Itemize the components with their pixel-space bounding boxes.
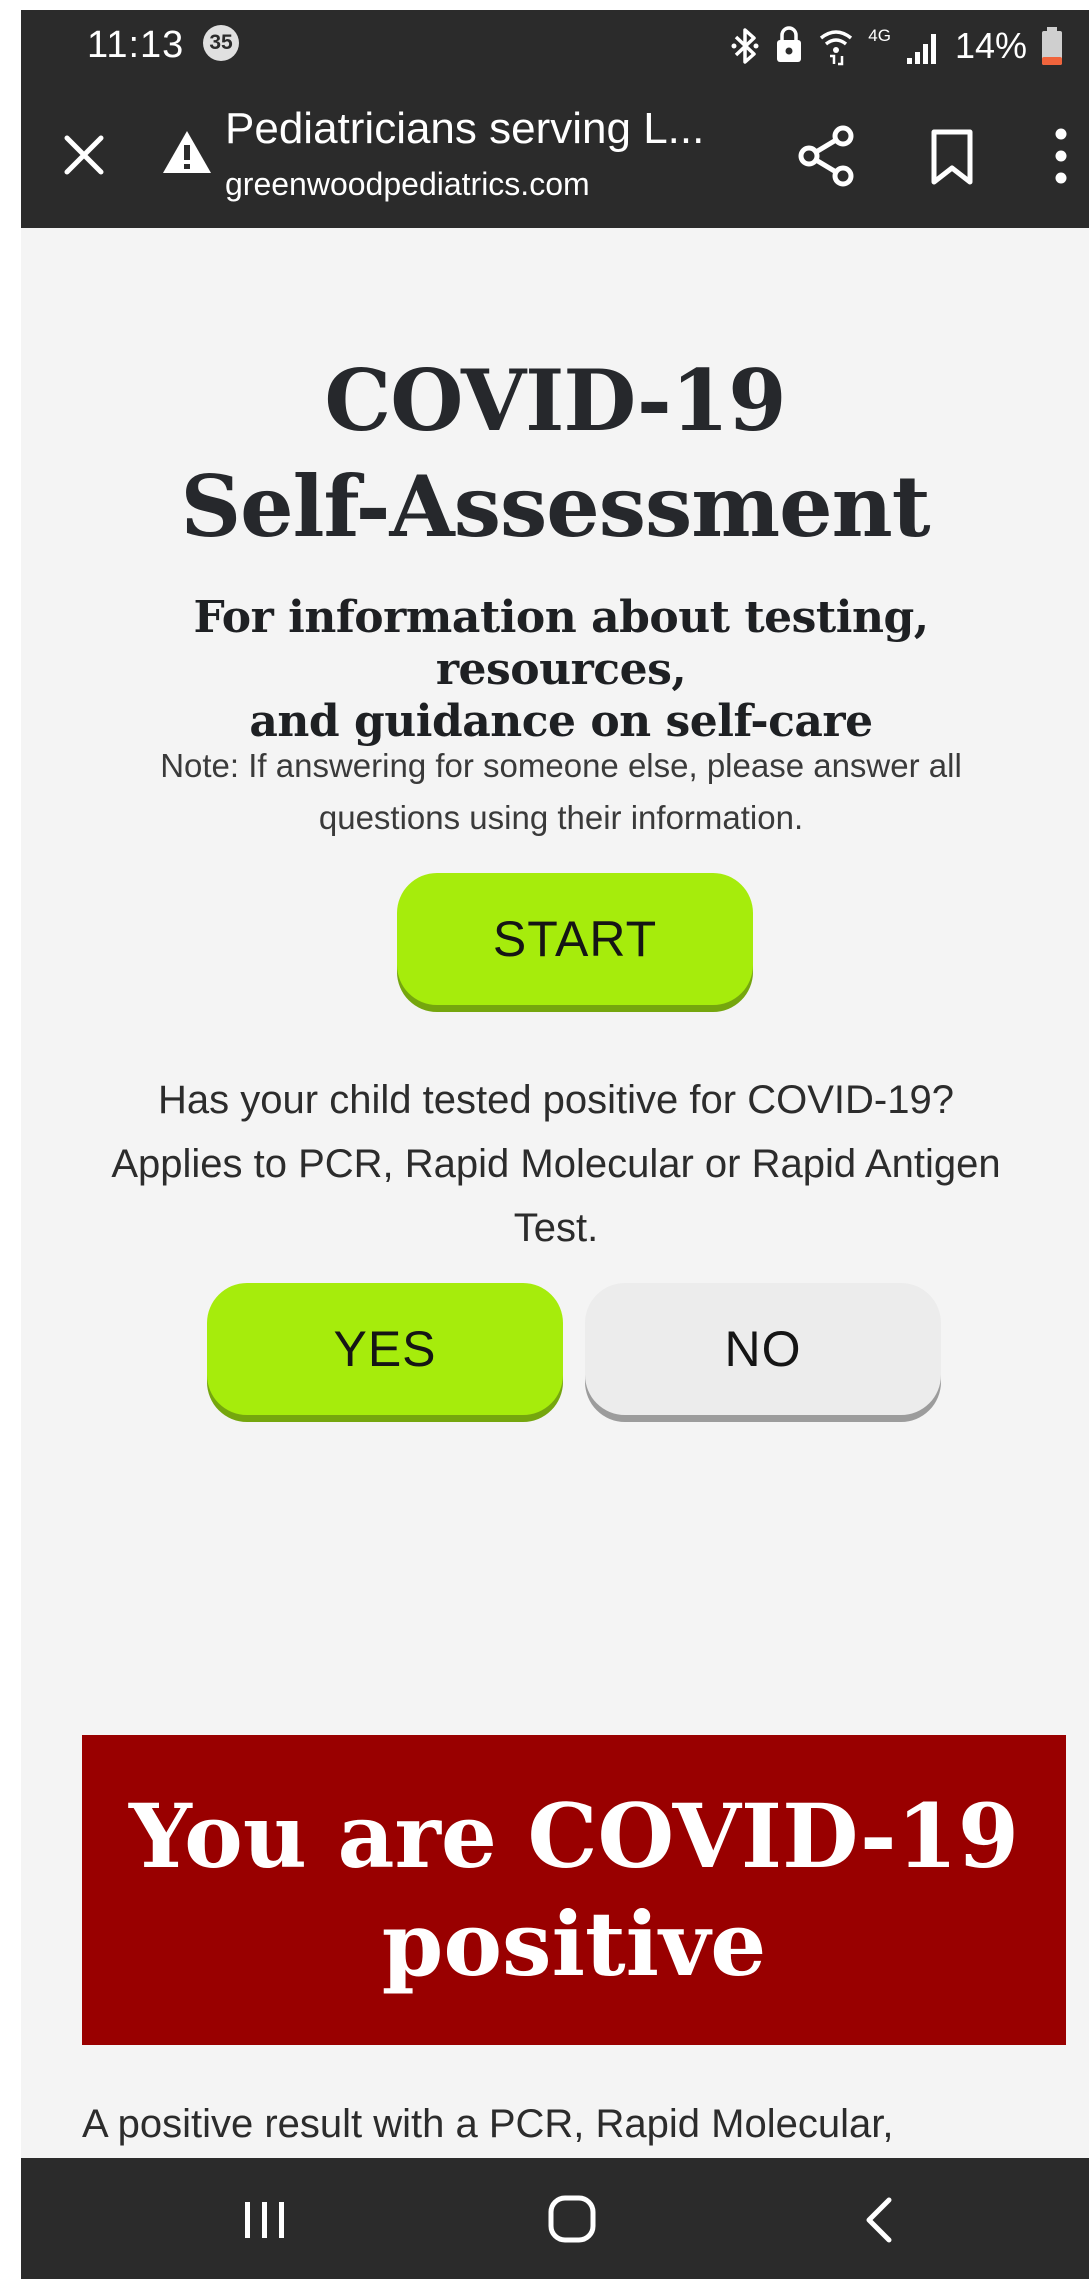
subheading-line-1: For information about testing, resources… <box>193 592 929 695</box>
network-4g-icon: 4G <box>868 26 891 45</box>
question-line-1: Has your child tested positive for COVID… <box>158 1078 954 1122</box>
question-line-2: Applies to PCR, Rapid Molecular or Rapid… <box>111 1142 1001 1186</box>
heading-line-2: Self-Assessment <box>180 457 931 556</box>
signal-icon <box>906 34 936 64</box>
page-content: COVID-19 Self-Assessment For information… <box>21 228 1089 2158</box>
no-button[interactable]: NO <box>585 1283 941 1415</box>
result-banner-text: You are COVID-19 positive <box>124 1782 1024 1998</box>
notification-count-badge: 35 <box>203 25 239 61</box>
phone-screen: 11:13 35 4G 14% Pediatricians serving L.… <box>21 10 1089 2279</box>
status-time: 11:13 <box>87 24 185 66</box>
bluetooth-icon <box>731 28 759 64</box>
page-url[interactable]: greenwoodpediatrics.com <box>225 166 590 203</box>
page-subheading: For information about testing, resources… <box>61 592 1061 748</box>
question-line-3: Test. <box>513 1206 599 1250</box>
more-vertical-icon[interactable] <box>1049 126 1073 186</box>
note-line-2: questions using their information. <box>318 799 804 836</box>
test-question: Has your child tested positive for COVID… <box>61 1068 1051 1260</box>
result-banner-line-1: You are COVID-19 <box>128 1784 1019 1888</box>
page-heading: COVID-19 Self-Assessment <box>21 348 1089 560</box>
yes-button[interactable]: YES <box>207 1283 563 1415</box>
warning-icon[interactable] <box>161 128 213 176</box>
home-icon[interactable] <box>547 2194 597 2244</box>
bookmark-icon[interactable] <box>925 128 979 186</box>
result-description: A positive result with a PCR, Rapid Mole… <box>82 2102 894 2146</box>
status-bar: 11:13 35 4G 14% <box>21 10 1089 82</box>
start-button[interactable]: START <box>397 873 753 1005</box>
result-banner-line-2: positive <box>381 1892 767 1996</box>
wifi-icon <box>820 30 853 66</box>
answering-note: Note: If answering for someone else, ple… <box>121 740 1001 844</box>
heading-line-1: COVID-19 <box>324 351 786 450</box>
result-banner: You are COVID-19 positive <box>82 1735 1066 2045</box>
status-icons: 4G 14% <box>730 22 1063 70</box>
lock-icon <box>777 26 802 62</box>
close-icon[interactable] <box>61 132 107 178</box>
browser-toolbar: Pediatricians serving L... greenwoodpedi… <box>21 82 1089 228</box>
battery-percent: 14% <box>954 25 1027 66</box>
page-title[interactable]: Pediatricians serving L... <box>225 104 704 154</box>
note-line-1: Note: If answering for someone else, ple… <box>160 747 962 784</box>
recent-apps-icon[interactable] <box>239 2198 291 2242</box>
share-icon[interactable] <box>795 124 859 188</box>
system-nav-bar <box>21 2158 1089 2279</box>
battery-icon <box>1042 27 1062 65</box>
back-icon[interactable] <box>861 2194 897 2246</box>
